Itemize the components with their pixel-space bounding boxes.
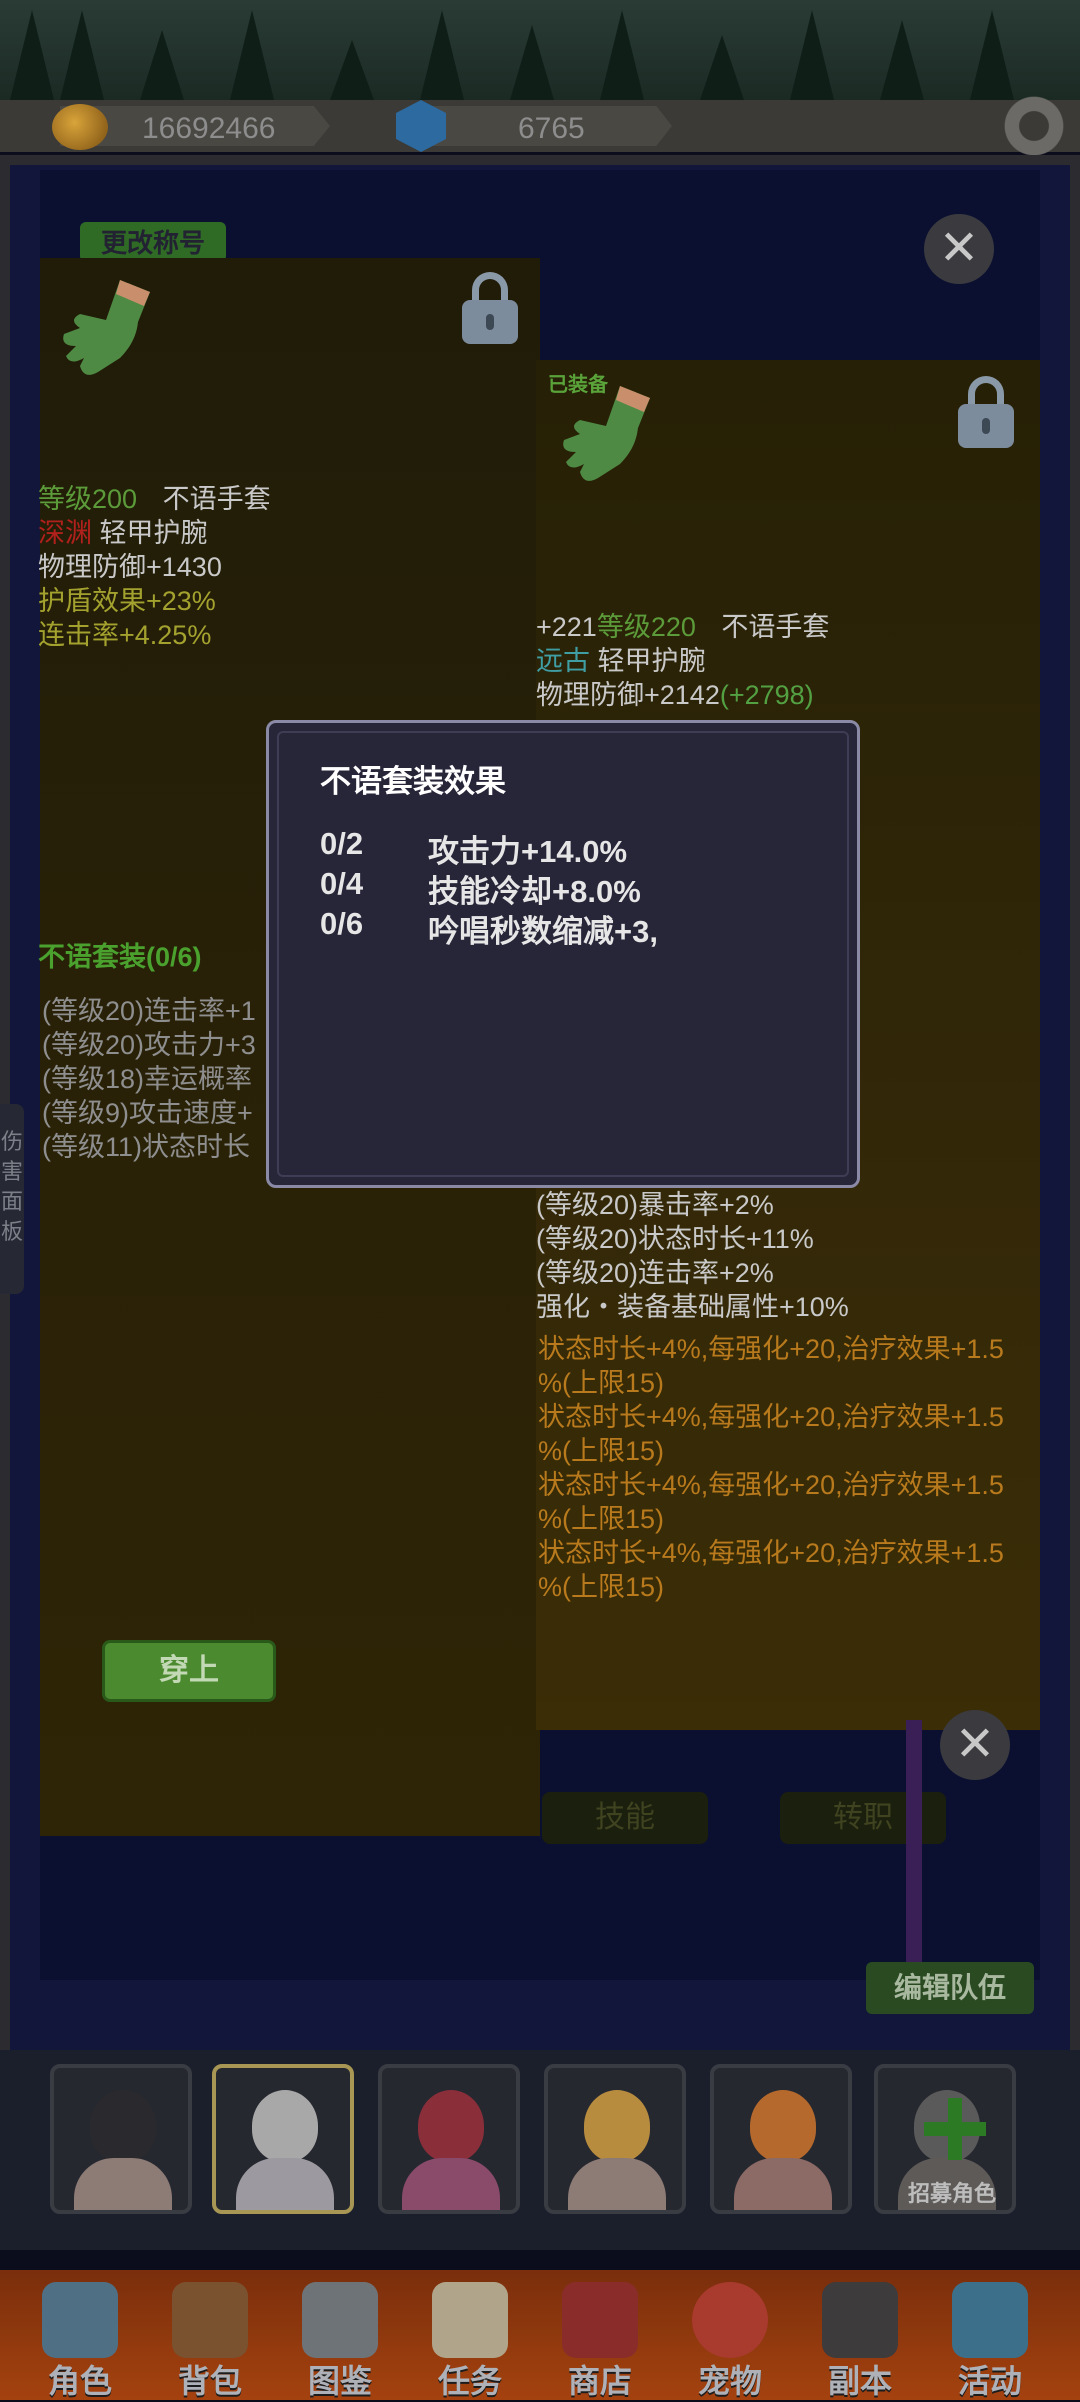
close-icon[interactable]: ✕ — [940, 1710, 1010, 1780]
nav-label: 副本 — [827, 2362, 892, 2400]
nav-label: 任务 — [437, 2362, 502, 2400]
skull-icon — [822, 2282, 898, 2358]
right-bonus-line: %(上限15) — [538, 1368, 665, 1398]
plus-icon — [924, 2098, 986, 2160]
shop-icon — [562, 2282, 638, 2358]
right-bonus-line: 状态时长+4%,每强化+20,治疗效果+1.5 — [538, 1334, 1004, 1364]
lock-icon[interactable] — [462, 272, 518, 344]
nav-label: 宠物 — [697, 2362, 762, 2400]
wear-button[interactable]: 穿上 — [102, 1640, 276, 1702]
gear-icon[interactable] — [1000, 92, 1068, 160]
left-phys-def: 物理防御+1430 — [38, 552, 222, 582]
coin-icon — [52, 104, 108, 150]
right-bonus-line: %(上限15) — [538, 1504, 665, 1534]
left-set-title: 不语套装(0/6) — [38, 942, 202, 972]
damage-panel-tab[interactable]: 伤害面板 — [0, 1104, 24, 1294]
calendar-icon — [952, 2282, 1028, 2358]
edit-team-button[interactable]: 编辑队伍 — [866, 1962, 1034, 2014]
set-count: 0/2 — [320, 826, 364, 861]
right-stat-line: (等级20)连击率+2% — [536, 1258, 774, 1288]
set-count: 0/6 — [320, 906, 364, 941]
left-set-line: (等级18)幸运概率 — [42, 1064, 253, 1094]
skill-button[interactable]: 技能 — [542, 1792, 708, 1844]
nav-label: 背包 — [177, 2362, 242, 2400]
close-icon[interactable]: ✕ — [924, 214, 994, 284]
nav-codex[interactable]: 图鉴 — [280, 2280, 400, 2400]
nav-label: 活动 — [957, 2362, 1022, 2400]
nav-label: 图鉴 — [307, 2362, 372, 2400]
currency-bar: 16692466 6765 — [0, 100, 1080, 152]
helmet-icon — [42, 2282, 118, 2358]
character-card[interactable] — [212, 2064, 354, 2214]
gem-amount: 6765 — [518, 112, 585, 145]
meat-icon — [692, 2282, 768, 2358]
right-bonus-line: %(上限15) — [538, 1436, 665, 1466]
right-stat-line: (等级20)暴击率+2% — [536, 1190, 774, 1220]
left-level-line: 等级200 不语手套 — [38, 484, 271, 514]
glove-icon — [563, 386, 650, 481]
rename-title-button[interactable]: 更改称号 — [80, 222, 226, 262]
character-card[interactable] — [710, 2064, 852, 2214]
nav-shop[interactable]: 商店 — [540, 2280, 660, 2400]
nav-bag[interactable]: 背包 — [150, 2280, 270, 2400]
right-bonus-line: %(上限15) — [538, 1572, 665, 1602]
right-bonus-line: 状态时长+4%,每强化+20,治疗效果+1.5 — [538, 1470, 1004, 1500]
set-effect: 吟唱秒数缩减+3, — [428, 914, 658, 949]
nav-dungeon[interactable]: 副本 — [800, 2280, 920, 2400]
right-stat-line: 强化・装备基础属性+10% — [536, 1292, 849, 1322]
right-stat-line: (等级20)状态时长+11% — [536, 1224, 814, 1254]
right-bonus-line: 状态时长+4%,每强化+20,治疗效果+1.5 — [538, 1402, 1004, 1432]
right-quality-line: 远古 轻甲护腕 — [536, 646, 706, 676]
nav-role[interactable]: 角色 — [20, 2280, 140, 2400]
right-phys-def: 物理防御+2142(+2798) — [536, 680, 814, 710]
left-set-line: (等级9)攻击速度+ — [42, 1098, 253, 1128]
set-effect: 攻击力+14.0% — [428, 834, 628, 869]
scroll-icon — [432, 2282, 508, 2358]
backpack-icon — [172, 2282, 248, 2358]
set-count: 0/4 — [320, 866, 364, 901]
left-set-line: (等级20)连击率+1 — [42, 996, 256, 1026]
coin-amount: 16692466 — [142, 112, 276, 145]
character-card[interactable] — [544, 2064, 686, 2214]
recruit-label: 招募角色 — [908, 2182, 997, 2207]
character-card[interactable] — [50, 2064, 192, 2214]
lock-icon[interactable] — [958, 376, 1014, 448]
nav-label: 商店 — [567, 2362, 632, 2400]
set-effect: 技能冷却+8.0% — [428, 874, 641, 909]
book-icon — [302, 2282, 378, 2358]
background-scenery — [0, 0, 1080, 100]
scrollbar[interactable] — [906, 1720, 922, 1990]
character-card[interactable] — [378, 2064, 520, 2214]
left-shield-stat: 护盾效果+23% — [38, 586, 216, 616]
right-bonus-line: 状态时长+4%,每强化+20,治疗效果+1.5 — [538, 1538, 1004, 1568]
modal-title: 不语套装效果 — [320, 764, 506, 800]
left-quality-line: 深渊 轻甲护腕 — [38, 518, 208, 548]
nav-label: 角色 — [47, 2362, 112, 2400]
right-level-line: +221等级220 不语手套 — [536, 612, 830, 642]
nav-quest[interactable]: 任务 — [410, 2280, 530, 2400]
left-set-line: (等级20)攻击力+3 — [42, 1030, 256, 1060]
nav-event[interactable]: 活动 — [930, 2280, 1050, 2400]
nav-pet[interactable]: 宠物 — [670, 2280, 790, 2400]
left-set-line: (等级11)状态时长 — [42, 1132, 251, 1162]
left-combo-stat: 连击率+4.25% — [38, 620, 212, 650]
glove-icon — [63, 280, 151, 375]
